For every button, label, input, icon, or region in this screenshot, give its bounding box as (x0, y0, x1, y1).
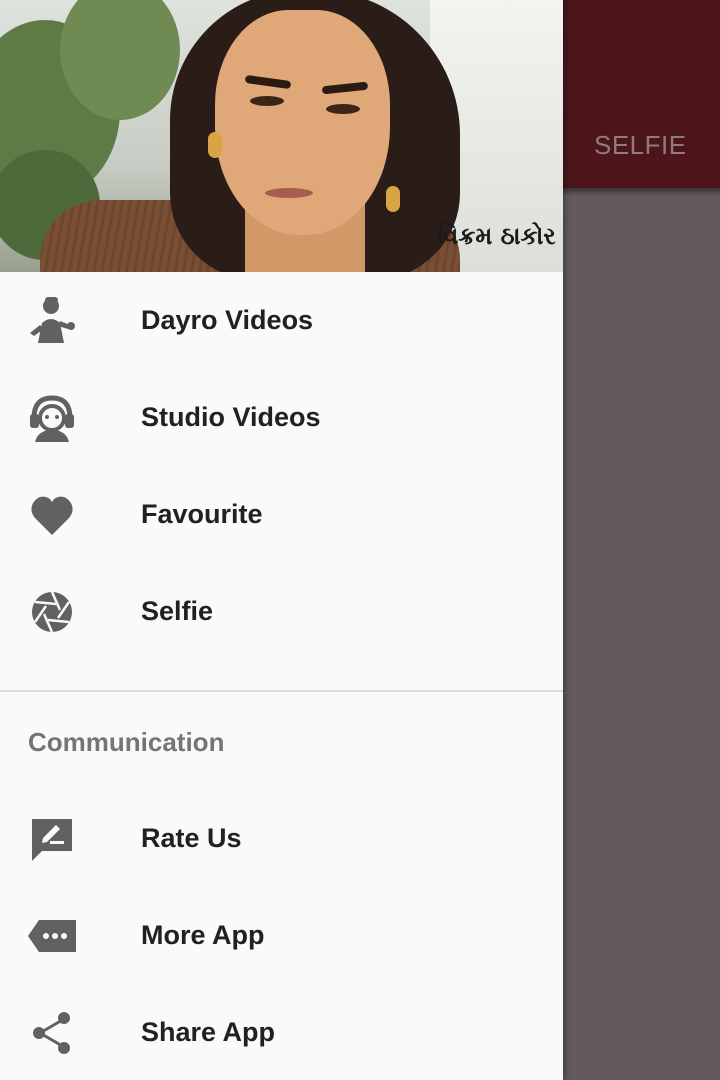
rate-feedback-icon (26, 813, 78, 865)
menu-item-studio-videos[interactable]: Studio Videos (0, 369, 563, 466)
menu-item-more-app[interactable]: More App (0, 887, 563, 984)
menu-label: Studio Videos (141, 402, 321, 432)
menu-item-dayro-videos[interactable]: Dayro Videos (0, 272, 563, 369)
share-icon (26, 1007, 78, 1059)
face (215, 10, 390, 235)
menu-item-rate-us[interactable]: Rate Us (0, 790, 563, 887)
toolbar-shadow (563, 188, 720, 196)
header-caption: વિક્રમ ઠાકોર (438, 222, 556, 250)
tab-selfie[interactable]: SELFIE (594, 130, 687, 161)
navigation-drawer: વિક્રમ ઠાકોર Dayro Videos Studio Videos … (0, 0, 563, 1080)
eye (326, 104, 360, 114)
menu-item-share-app[interactable]: Share App (0, 984, 563, 1080)
screen: SELFIE વિક્રમ ઠાકોર Dayro Videos Studio … (0, 0, 720, 1080)
section-title-communication: Communication (28, 726, 225, 757)
menu-label: Dayro Videos (141, 305, 314, 335)
earring (208, 132, 222, 158)
drawer-menu: Dayro Videos Studio Videos Favourite Sel… (0, 272, 563, 1080)
menu-label: Favourite (141, 499, 263, 529)
menu-item-favourite[interactable]: Favourite (0, 466, 563, 563)
headset-person-icon (26, 392, 78, 444)
drawer-scrim[interactable] (563, 196, 720, 1080)
eye (250, 96, 284, 106)
menu-label: Selfie (141, 596, 214, 626)
menu-item-selfie[interactable]: Selfie (0, 563, 563, 660)
drawer-header-image: વિક્રમ ઠાકોર (0, 0, 563, 272)
earring (386, 186, 400, 212)
heart-icon (26, 489, 78, 541)
singer-icon (26, 295, 78, 347)
menu-label: More App (141, 920, 265, 950)
menu-label: Rate Us (141, 823, 242, 853)
mouth (265, 188, 313, 198)
menu-label: Share App (141, 1017, 276, 1047)
more-tag-icon (26, 910, 78, 962)
camera-shutter-icon (26, 586, 78, 638)
